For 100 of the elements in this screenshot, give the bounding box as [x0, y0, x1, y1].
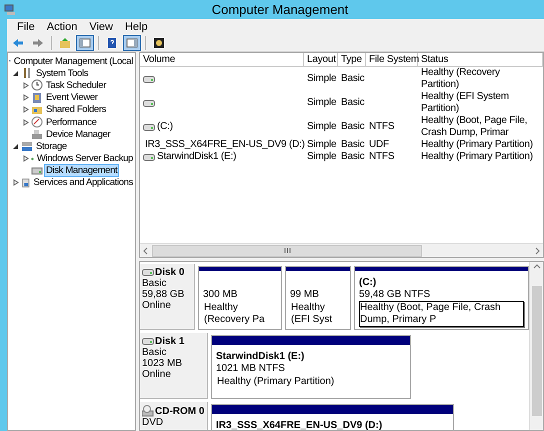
column-header[interactable]: Type	[338, 53, 366, 67]
tree-item[interactable]: Disk Management	[44, 164, 120, 178]
partition-size: 300 MB	[203, 289, 238, 301]
partition-block[interactable]: 99 MB Healthy (EFI Syst	[285, 266, 351, 330]
tools-icon	[21, 67, 33, 80]
tree-item[interactable]: System Tools	[34, 66, 90, 80]
table-cell: Simple	[307, 73, 336, 85]
disk-detail: Online	[142, 369, 172, 380]
table-cell: NTFS	[369, 121, 394, 133]
log-icon	[31, 92, 43, 104]
device-icon	[31, 128, 43, 140]
tree-item[interactable]: Services and Applications	[31, 176, 135, 190]
disk-name: Disk 0	[155, 267, 184, 278]
partition-size: 1021 MB NTFS	[216, 363, 286, 375]
table-cell: Healthy (EFI System Partition)	[421, 91, 509, 114]
disk-detail: 59,88 GB	[142, 289, 186, 300]
partition-block[interactable]: 300 MB Healthy (Recovery Pa	[198, 266, 282, 330]
table-cell: Simple	[307, 121, 336, 133]
scrollbar-thumb[interactable]	[152, 244, 422, 256]
partition-size: 99 MB	[290, 289, 320, 301]
menu-item[interactable]: File	[11, 20, 41, 32]
storage-icon	[21, 140, 33, 152]
table-cell: Healthy (Primary Partition)	[421, 139, 533, 150]
tree-item[interactable]: Task Scheduler	[44, 78, 108, 92]
tree-item[interactable]: Event Viewer	[44, 91, 100, 104]
collapsed-arrow-icon[interactable]	[23, 94, 29, 102]
expanded-arrow-icon[interactable]	[13, 70, 19, 77]
disk-info-panel[interactable]: CD-ROM 0 DVD	[140, 402, 208, 430]
partition-name: IR3_SSS_X64FRE_EN-US_DV9 (D:)	[216, 420, 384, 430]
back-arrow-icon	[12, 36, 24, 48]
collapsed-arrow-icon[interactable]	[23, 155, 29, 162]
table-cell: (C:)	[157, 121, 173, 133]
disk-properties-icon	[153, 36, 165, 48]
collapsed-arrow-icon[interactable]	[23, 106, 29, 114]
drive-icon	[142, 338, 154, 345]
drive-icon	[143, 76, 155, 82]
drive-icon	[142, 269, 154, 276]
disk-detail: Basic	[142, 347, 168, 358]
collapsed-arrow-icon[interactable]	[13, 179, 19, 186]
table-cell: Healthy (Primary Partition)	[421, 151, 533, 162]
disk-detail: 1023 MB	[142, 358, 184, 369]
table-cell: Basic	[341, 151, 364, 163]
menu-item[interactable]: View	[83, 20, 119, 32]
disk-name: CD-ROM 0	[155, 406, 204, 416]
drive-icon	[143, 124, 155, 130]
table-cell: Healthy (Recovery Partition)	[421, 67, 500, 90]
partition-name: (C:)	[359, 277, 378, 289]
table-cell: Basic	[341, 73, 364, 85]
disk-info-panel[interactable]: Disk 0 Basic 59,88 GB Online	[140, 264, 195, 330]
partition-name: StarwindDisk1 (E:)	[216, 351, 306, 363]
drive-icon	[143, 154, 155, 160]
tree-item[interactable]: Shared Folders	[44, 103, 108, 116]
gauge-icon	[31, 116, 43, 128]
table-cell: UDF	[369, 139, 389, 151]
app-icon	[4, 4, 16, 16]
menu-item[interactable]: Action	[40, 20, 84, 32]
tree-item[interactable]: Windows Server Backup	[34, 152, 135, 166]
horizontal-scrollbar[interactable]	[140, 243, 543, 257]
folder-up-icon	[59, 36, 71, 48]
expanded-arrow-icon[interactable]	[13, 142, 19, 150]
clock-icon	[31, 79, 43, 92]
tree-button[interactable]	[76, 34, 94, 50]
column-header[interactable]: File System	[366, 53, 418, 67]
disk-name: Disk 1	[155, 336, 184, 347]
tree-item[interactable]: Computer Management (Local	[12, 54, 135, 68]
partition-block[interactable]: (C:) 59,48 GB NTFS Healthy (Boot, Page File, Crash Dump, Primary P	[354, 266, 529, 330]
tree-item[interactable]: Storage	[34, 140, 69, 153]
vertical-scrollbar[interactable]	[529, 262, 543, 430]
table-cell: Simple	[307, 97, 336, 109]
disk-detail: DVD	[142, 417, 164, 428]
table-cell: Basic	[341, 139, 364, 151]
window-title: Computer Management	[210, 2, 350, 17]
disk-info-panel[interactable]: Disk 1 Basic 1023 MB Online	[140, 333, 208, 399]
tree-item[interactable]: Device Manager	[44, 128, 112, 141]
partition-size: 59,48 GB NTFS	[359, 289, 432, 301]
table-cell: NTFS	[369, 151, 394, 163]
menu-item[interactable]: Help	[118, 20, 154, 32]
scrollbar-thumb[interactable]	[532, 286, 542, 416]
console-tree-icon	[79, 36, 91, 48]
collapsed-arrow-icon[interactable]	[23, 82, 29, 89]
partition-block[interactable]: StarwindDisk1 (E:) 1021 MB NTFS Healthy (Primary Partition)	[211, 335, 411, 399]
tree-item[interactable]: Performance	[44, 116, 99, 129]
column-header[interactable]: Layout	[304, 53, 338, 67]
drive-icon	[143, 100, 155, 106]
collapsed-arrow-icon[interactable]	[23, 118, 29, 126]
table-cell: Simple	[307, 151, 336, 163]
column-header[interactable]: Status	[418, 53, 543, 67]
column-header[interactable]: Volume	[140, 53, 304, 67]
table-cell: Basic	[341, 121, 364, 133]
table-cell: StarwindDisk1 (E:)	[157, 151, 236, 163]
forward-arrow-icon	[32, 36, 44, 48]
table-cell: Basic	[341, 97, 364, 109]
pane-button[interactable]	[123, 34, 141, 50]
table-cell: Simple	[307, 139, 336, 151]
action-pane-icon	[126, 36, 138, 48]
table-cell: Healthy (Boot, Page File, Crash Dump, Primar	[421, 115, 528, 138]
grip-icon	[284, 248, 290, 253]
partition-block[interactable]: IR3_SSS_X64FRE_EN-US_DV9 (D:)	[211, 404, 454, 430]
cd-drive-icon	[142, 405, 154, 417]
partition-status: Healthy (Boot, Page File, Crash Dump, Primary P	[359, 301, 524, 327]
